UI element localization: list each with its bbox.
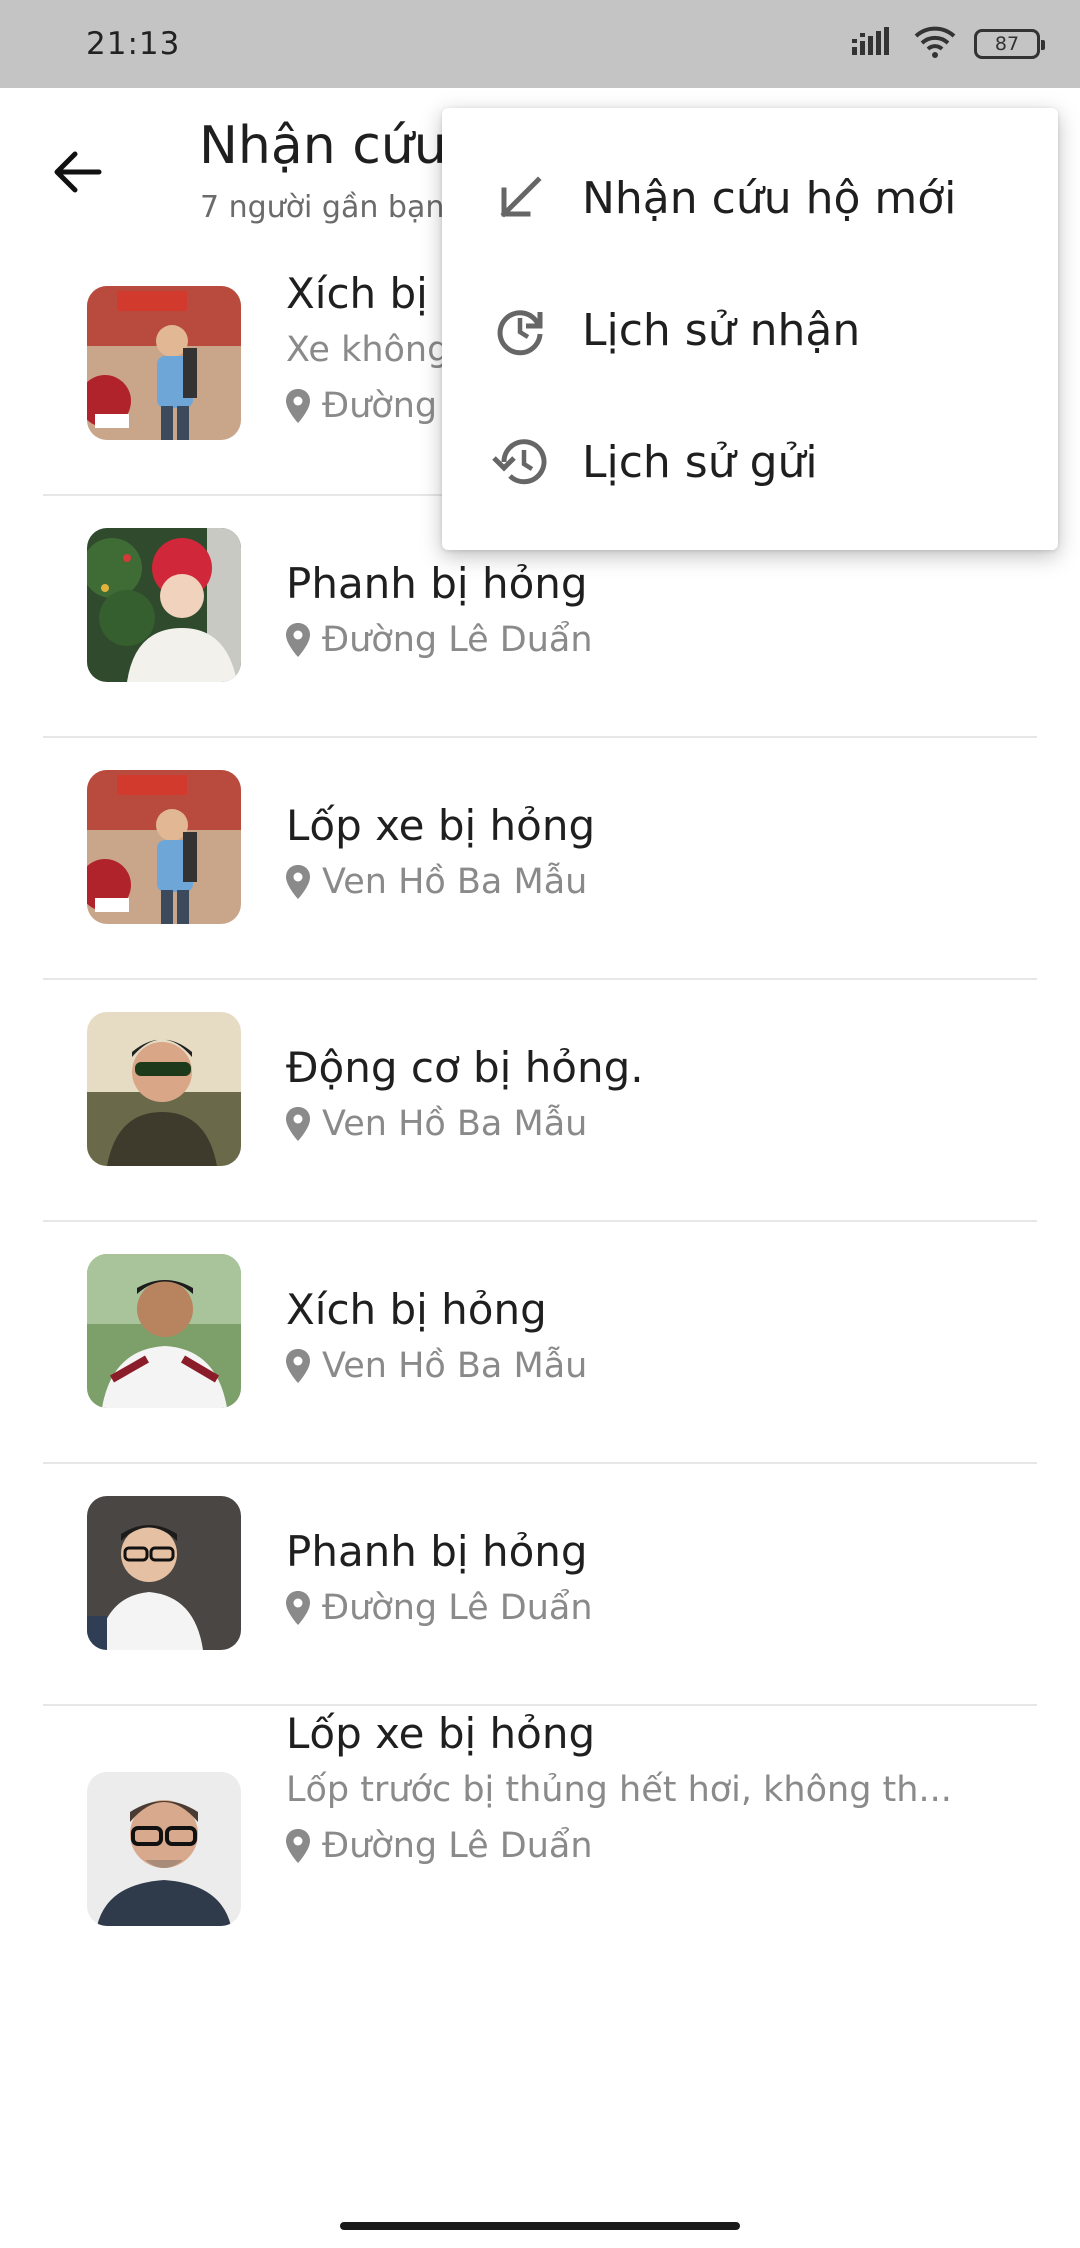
request-location-text: Ven Hồ Ba Mẫu	[322, 1346, 588, 1386]
avatar	[87, 770, 241, 924]
request-location-text: Đường Lê Duẩn	[322, 620, 593, 660]
arrow-down-left-icon	[492, 170, 548, 226]
location-pin-icon	[286, 623, 310, 657]
request-location: Đường Lê Duẩn	[286, 1818, 997, 1874]
clock-refresh-icon	[492, 302, 548, 358]
back-button[interactable]	[44, 138, 112, 206]
request-location-text: Đường Lê Duẩn	[322, 1826, 593, 1866]
request-location: Đường Lê Duẩn	[286, 1580, 997, 1636]
location-pin-icon	[286, 865, 310, 899]
location-pin-icon	[286, 1349, 310, 1383]
menu-item-label: Lịch sử gửi	[582, 436, 818, 488]
status-icons: 87	[852, 26, 1045, 62]
request-text: Phanh bị hỏng Đường Lê Duẩn	[286, 556, 997, 668]
request-text: Lốp xe bị hỏng Ven Hồ Ba Mẫu	[286, 798, 997, 910]
request-row[interactable]: Lốp xe bị hỏng Lốp trước bị thủng hết hơ…	[43, 1706, 1037, 1966]
status-bar: 21:13 87	[0, 0, 1080, 88]
request-title: Động cơ bị hỏng.	[286, 1043, 644, 1092]
wifi-icon	[914, 26, 956, 62]
avatar	[87, 1254, 241, 1408]
request-location: Đường Lê Duẩn	[286, 612, 997, 668]
request-description: Lốp trước bị thủng hết hơi, không th...	[286, 1770, 952, 1810]
battery-icon: 87	[974, 29, 1045, 59]
request-location: Ven Hồ Ba Mẫu	[286, 1338, 997, 1394]
request-location: Ven Hồ Ba Mẫu	[286, 854, 997, 910]
location-pin-icon	[286, 1107, 310, 1141]
request-row[interactable]: Phanh bị hỏng Đường Lê Duẩn	[43, 1464, 1037, 1706]
avatar	[87, 1496, 241, 1650]
request-location: Ven Hồ Ba Mẫu	[286, 1096, 997, 1152]
history-icon	[492, 434, 548, 490]
request-title: Xích bị hỏng	[286, 1285, 547, 1334]
status-time: 21:13	[86, 26, 181, 62]
overflow-menu: Nhận cứu hộ mới Lịch sử nhận Lịch sử gửi	[442, 108, 1058, 550]
request-location-text: Ven Hồ Ba Mẫu	[322, 1104, 588, 1144]
request-text: Phanh bị hỏng Đường Lê Duẩn	[286, 1524, 997, 1636]
location-pin-icon	[286, 389, 310, 423]
arrow-left-icon	[54, 151, 102, 193]
request-location-text: Đường Lê Duẩn	[322, 1588, 593, 1628]
request-text: Xích bị hỏng Ven Hồ Ba Mẫu	[286, 1282, 997, 1394]
request-text: Lốp xe bị hỏng Lốp trước bị thủng hết hơ…	[286, 1706, 997, 1874]
avatar	[87, 1012, 241, 1166]
avatar	[87, 286, 241, 440]
menu-item-new-rescue[interactable]: Nhận cứu hộ mới	[442, 132, 1058, 264]
request-row[interactable]: Xích bị hỏng Ven Hồ Ba Mẫu	[43, 1222, 1037, 1464]
request-location-text: Ven Hồ Ba Mẫu	[322, 862, 588, 902]
request-row[interactable]: Động cơ bị hỏng. Ven Hồ Ba Mẫu	[43, 980, 1037, 1222]
avatar	[87, 1772, 241, 1926]
location-pin-icon	[286, 1829, 310, 1863]
avatar	[87, 528, 241, 682]
home-indicator[interactable]	[340, 2222, 740, 2230]
request-title: Lốp xe bị hỏng	[286, 801, 596, 850]
request-title: Lốp xe bị hỏng	[286, 1709, 596, 1758]
menu-item-label: Lịch sử nhận	[582, 304, 861, 356]
page-subtitle: 7 người gần bạn	[200, 190, 445, 225]
request-text: Động cơ bị hỏng. Ven Hồ Ba Mẫu	[286, 1040, 997, 1152]
location-pin-icon	[286, 1591, 310, 1625]
menu-item-received-history[interactable]: Lịch sử nhận	[442, 264, 1058, 396]
menu-item-sent-history[interactable]: Lịch sử gửi	[442, 396, 1058, 528]
signal-icon	[852, 27, 896, 61]
request-row[interactable]: Lốp xe bị hỏng Ven Hồ Ba Mẫu	[43, 738, 1037, 980]
request-title: Phanh bị hỏng	[286, 559, 588, 608]
menu-item-label: Nhận cứu hộ mới	[582, 172, 957, 224]
request-title: Phanh bị hỏng	[286, 1527, 588, 1576]
